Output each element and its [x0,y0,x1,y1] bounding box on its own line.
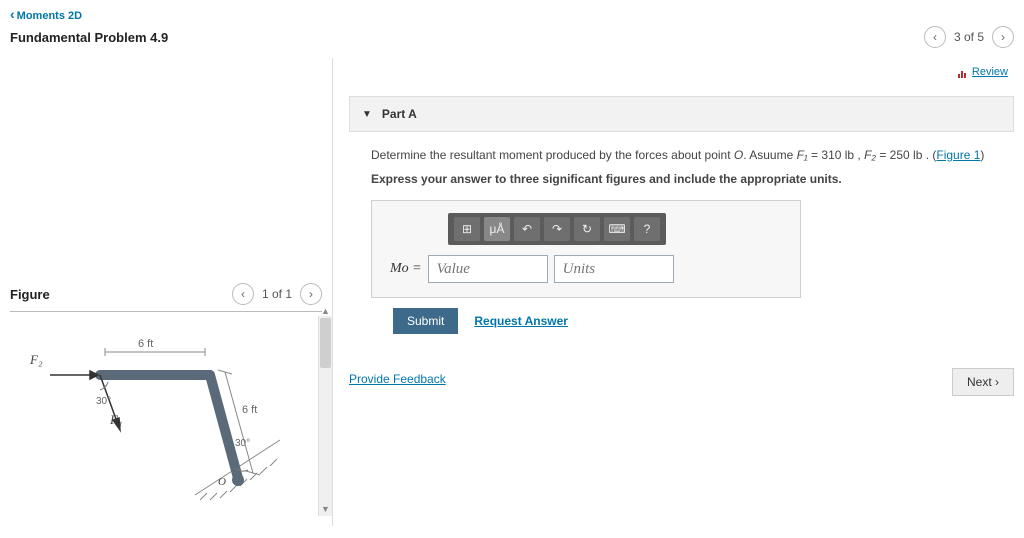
provide-feedback-link[interactable]: Provide Feedback [349,372,446,386]
answer-box: ⊞ μÅ ↶ ↷ ↻ ⌨ ? Mᴏ = [371,200,801,298]
reset-button[interactable]: ↻ [574,217,600,241]
pager-text: 3 of 5 [954,30,984,44]
special-chars-button[interactable]: μÅ [484,217,510,241]
help-button[interactable]: ? [634,217,660,241]
submit-button[interactable]: Submit [393,308,458,334]
next-button[interactable]: Next › [952,368,1014,396]
templates-button[interactable]: ⊞ [454,217,480,241]
figure-title: Figure [10,287,50,302]
figure-next-button[interactable]: › [300,283,322,305]
label-angle2: 30° [235,438,250,449]
prev-problem-button[interactable]: ‹ [924,26,946,48]
label-f1: F₁ [110,412,122,428]
redo-button[interactable]: ↷ [544,217,570,241]
figure-prev-button[interactable]: ‹ [232,283,254,305]
figure-ref-link[interactable]: Figure 1 [936,148,980,162]
review-icon [957,64,967,72]
scroll-thumb[interactable] [320,318,331,368]
units-input[interactable] [554,255,674,283]
review-link[interactable]: Review [972,66,1008,78]
label-o: O [218,476,226,488]
request-answer-link[interactable]: Request Answer [474,314,568,328]
chevron-down-icon: ▼ [362,109,372,120]
divider [10,311,322,312]
problem-pager: ‹ 3 of 5 › [924,26,1014,48]
instruction-text: Determine the resultant moment produced … [371,146,1004,164]
formula-toolbar: ⊞ μÅ ↶ ↷ ↻ ⌨ ? [448,213,666,245]
keyboard-button[interactable]: ⌨ [604,217,630,241]
part-label: Part A [382,107,417,121]
label-dim2: 6 ft [242,404,257,416]
next-problem-button[interactable]: › [992,26,1014,48]
mo-label: Mᴏ = [390,261,422,277]
label-dim1: 6 ft [138,338,153,350]
back-link[interactable]: Moments 2D [10,10,82,22]
label-angle1: 30° [96,396,111,407]
figure-area: F₂ 6 ft 6 ft 30° 30° F₁ O ▲ ▼ [10,316,332,516]
scroll-up-icon[interactable]: ▲ [319,304,332,318]
figure-scrollbar[interactable]: ▲ ▼ [318,316,332,516]
part-header[interactable]: ▼ Part A [349,96,1014,132]
express-text: Express your answer to three significant… [371,170,1004,188]
figure-pager-text: 1 of 1 [262,287,292,301]
figure-pager: ‹ 1 of 1 › [232,283,322,305]
page-title: Fundamental Problem 4.9 [10,30,168,45]
scroll-down-icon[interactable]: ▼ [319,502,332,516]
label-f2: F₂ [30,352,42,368]
value-input[interactable] [428,255,548,283]
undo-button[interactable]: ↶ [514,217,540,241]
problem-diagram [20,320,300,510]
